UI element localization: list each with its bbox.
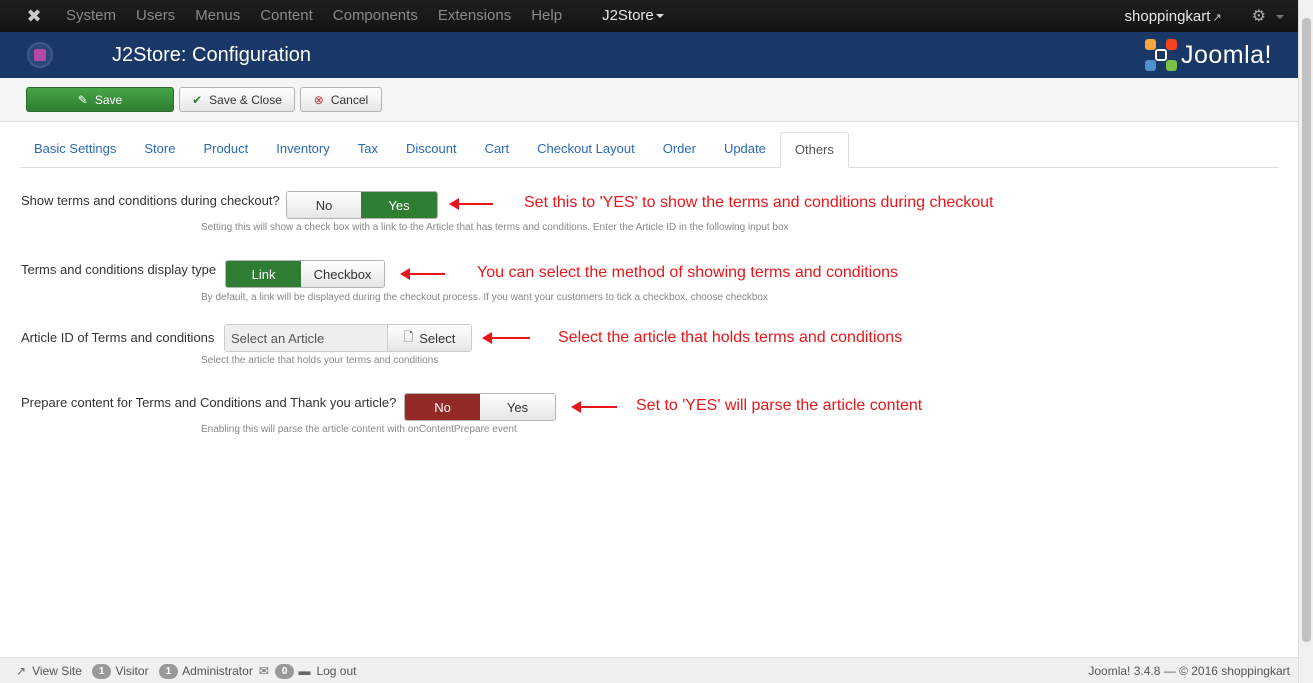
tab-discount[interactable]: Discount bbox=[392, 132, 471, 168]
arrow-left-icon bbox=[571, 401, 617, 413]
tab-order[interactable]: Order bbox=[649, 132, 710, 168]
select-article-button[interactable]: 🗋 Select bbox=[388, 325, 471, 351]
navbar-right: shoppingkart ↗ ⚙ bbox=[1125, 0, 1284, 32]
visitor-label: Visitor bbox=[115, 664, 149, 678]
tab-checkout-layout[interactable]: Checkout Layout bbox=[523, 132, 649, 168]
save-button[interactable]: ✎ Save bbox=[26, 87, 174, 112]
tab-others[interactable]: Others bbox=[779, 132, 849, 168]
prepare-content-label: Prepare content for Terms and Conditions… bbox=[21, 395, 397, 410]
select-article-label: Select bbox=[419, 330, 456, 346]
footer-copyright: Joomla! 3.4.8 — © 2016 shoppingkart bbox=[1088, 664, 1290, 678]
menu-j2store-label: J2Store bbox=[602, 7, 654, 24]
display-type-link[interactable]: Link bbox=[226, 261, 302, 287]
menu-users[interactable]: Users bbox=[126, 0, 185, 32]
page-header: J2Store: Configuration Joomla! bbox=[0, 32, 1298, 78]
prepare-content-no[interactable]: No bbox=[405, 394, 480, 420]
prepare-content-yes[interactable]: Yes bbox=[480, 394, 555, 420]
article-id-label: Article ID of Terms and conditions bbox=[21, 330, 215, 345]
main-menu: System Users Menus Content Components Ex… bbox=[56, 0, 674, 32]
arrow-left-icon bbox=[449, 198, 493, 210]
cancel-button[interactable]: ⊗ Cancel bbox=[300, 87, 382, 112]
caret-down-icon bbox=[655, 14, 664, 19]
visitor-count-badge: 1 bbox=[91, 663, 112, 679]
menu-j2store[interactable]: J2Store bbox=[592, 0, 674, 32]
article-picker: Select an Article 🗋 Select bbox=[224, 324, 472, 352]
menu-system[interactable]: System bbox=[56, 0, 126, 32]
display-type-checkbox[interactable]: Checkbox bbox=[301, 261, 384, 287]
scrollbar-thumb[interactable] bbox=[1302, 18, 1311, 642]
display-type-toggle: Link Checkbox bbox=[225, 260, 385, 288]
minus-icon: ▬ bbox=[298, 664, 311, 678]
display-type-annotation: You can select the method of showing ter… bbox=[477, 264, 898, 281]
save-close-label: Save & Close bbox=[209, 92, 282, 107]
vertical-scrollbar[interactable] bbox=[1298, 0, 1313, 683]
prepare-content-description: Enabling this will parse the article con… bbox=[201, 424, 517, 435]
menu-components[interactable]: Components bbox=[323, 0, 428, 32]
logout-link[interactable]: Log out bbox=[316, 664, 356, 678]
view-site-link[interactable]: View Site bbox=[32, 664, 82, 678]
config-tabs: Basic Settings Store Product Inventory T… bbox=[20, 132, 1279, 168]
show-terms-toggle: No Yes bbox=[286, 191, 438, 219]
external-link-icon: ↗ bbox=[16, 664, 27, 678]
tab-update[interactable]: Update bbox=[710, 132, 780, 168]
admin-count-badge: 1 bbox=[158, 663, 179, 679]
toolbar: ✎ Save ✔ Save & Close ⊗ Cancel bbox=[0, 78, 1298, 122]
prepare-content-annotation: Set to 'YES' will parse the article cont… bbox=[636, 397, 923, 414]
show-terms-annotation: Set this to 'YES' to show the terms and … bbox=[524, 194, 994, 211]
tab-tax[interactable]: Tax bbox=[344, 132, 392, 168]
joomla-logo-icon bbox=[1144, 39, 1177, 71]
cancel-label: Cancel bbox=[330, 92, 369, 107]
display-type-description: By default, a link will be displayed dur… bbox=[201, 292, 768, 303]
menu-extensions[interactable]: Extensions bbox=[428, 0, 521, 32]
site-name: shoppingkart bbox=[1124, 7, 1211, 25]
tab-store[interactable]: Store bbox=[130, 132, 189, 168]
menu-help[interactable]: Help bbox=[521, 0, 572, 32]
status-footer: ↗ View Site 1 Visitor 1 Administrator ✉ … bbox=[0, 657, 1298, 683]
check-icon: ✔ bbox=[192, 92, 203, 107]
joomla-logo-text: Joomla! bbox=[1180, 40, 1272, 69]
prepare-content-toggle: No Yes bbox=[404, 393, 556, 421]
admin-label: Administrator bbox=[182, 664, 253, 678]
tab-inventory[interactable]: Inventory bbox=[262, 132, 343, 168]
menu-content[interactable]: Content bbox=[250, 0, 323, 32]
envelope-icon[interactable]: ✉ bbox=[259, 664, 269, 678]
menu-menus[interactable]: Menus bbox=[185, 0, 250, 32]
display-type-label: Terms and conditions display type bbox=[21, 262, 217, 277]
cancel-icon: ⊗ bbox=[313, 92, 324, 107]
tab-basic-settings[interactable]: Basic Settings bbox=[20, 132, 130, 168]
file-icon: 🗋 bbox=[403, 329, 414, 344]
gear-icon[interactable]: ⚙ bbox=[1252, 6, 1284, 26]
caret-down-icon bbox=[1276, 14, 1284, 19]
external-link-icon: ↗ bbox=[1212, 11, 1222, 24]
top-navbar: ✖ System Users Menus Content Components … bbox=[0, 0, 1298, 32]
site-link[interactable]: shoppingkart ↗ bbox=[1125, 8, 1222, 25]
messages-count-badge[interactable]: 0 bbox=[274, 663, 295, 679]
save-close-button[interactable]: ✔ Save & Close bbox=[179, 87, 295, 112]
article-id-description: Select the article that holds your terms… bbox=[201, 355, 439, 366]
cart-icon bbox=[27, 42, 53, 68]
show-terms-description: Setting this will show a check box with … bbox=[201, 222, 789, 233]
joomla-icon[interactable]: ✖ bbox=[22, 4, 46, 28]
footer-status-items: ↗ View Site 1 Visitor 1 Administrator ✉ … bbox=[16, 658, 366, 683]
tab-product[interactable]: Product bbox=[189, 132, 262, 168]
joomla-logo: Joomla! bbox=[1144, 37, 1272, 73]
show-terms-no[interactable]: No bbox=[287, 192, 362, 218]
arrow-left-icon bbox=[482, 332, 530, 344]
article-id-annotation: Select the article that holds terms and … bbox=[558, 329, 903, 346]
article-input[interactable]: Select an Article bbox=[225, 325, 388, 351]
show-terms-yes[interactable]: Yes bbox=[361, 192, 437, 218]
show-terms-label: Show terms and conditions during checkou… bbox=[21, 193, 280, 208]
arrow-left-icon bbox=[400, 268, 445, 280]
page-title: J2Store: Configuration bbox=[112, 44, 312, 66]
tab-cart[interactable]: Cart bbox=[471, 132, 524, 168]
edit-icon: ✎ bbox=[77, 92, 88, 107]
save-label: Save bbox=[94, 92, 123, 107]
